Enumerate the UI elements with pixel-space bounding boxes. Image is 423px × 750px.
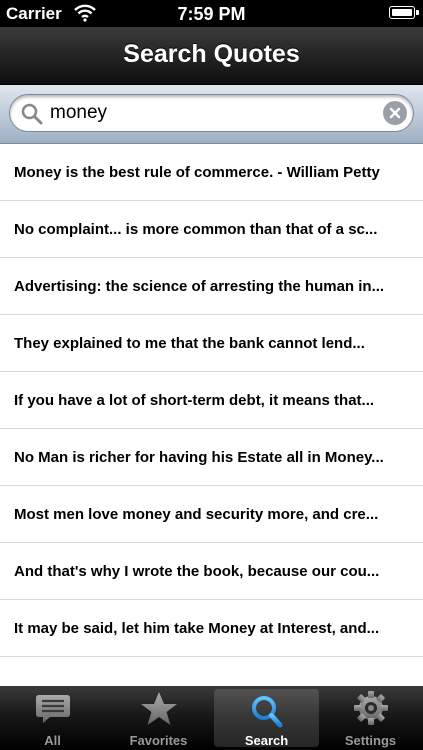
list-item[interactable]: No Man is richer for having his Estate a… — [0, 429, 423, 486]
list-item[interactable]: Money is the best rule of commerce. - Wi… — [0, 144, 423, 201]
tab-settings[interactable]: Settings — [318, 686, 423, 750]
quote-text: It may be said, let him take Money at In… — [14, 619, 380, 637]
quote-text: They explained to me that the bank canno… — [14, 334, 365, 352]
quote-text: Most men love money and security more, a… — [14, 505, 379, 523]
list-item[interactable]: If you have a lot of short-term debt, it… — [0, 372, 423, 429]
list-item[interactable]: It may be said, let him take Money at In… — [0, 600, 423, 657]
tab-favorites[interactable]: Favorites — [106, 686, 211, 750]
list-item[interactable]: No complaint... is more common than that… — [0, 201, 423, 258]
gear-icon — [353, 691, 388, 725]
clear-search-button[interactable] — [383, 101, 407, 125]
star-icon — [140, 692, 177, 725]
quote-text: No Man is richer for having his Estate a… — [14, 448, 384, 466]
battery-icon — [389, 6, 419, 19]
search-bar — [0, 85, 423, 144]
quote-text: Money is the best rule of commerce. - Wi… — [14, 163, 380, 181]
close-icon — [389, 107, 401, 119]
page-title: Search Quotes — [123, 40, 300, 68]
list-item[interactable]: Most men love money and security more, a… — [0, 486, 423, 543]
status-bar: Carrier 7:59 PM — [0, 0, 423, 27]
tab-label: Favorites — [129, 733, 188, 748]
tab-all[interactable]: All — [0, 686, 105, 750]
tab-label: Search — [244, 733, 289, 748]
tab-search[interactable]: Search — [214, 689, 319, 748]
magnifier-icon — [21, 103, 43, 125]
list-item[interactable]: And that's why I wrote the book, because… — [0, 543, 423, 600]
quote-text: And that's why I wrote the book, because… — [14, 562, 380, 580]
search-icon — [251, 696, 282, 728]
quote-text: Advertising: the science of arresting th… — [14, 277, 385, 295]
list-item[interactable]: They explained to me that the bank canno… — [0, 315, 423, 372]
tab-label: Settings — [344, 733, 397, 748]
tab-bar: All Favorites Search Settings — [0, 686, 423, 750]
navigation-bar: Search Quotes — [0, 27, 423, 85]
search-field[interactable] — [9, 94, 414, 132]
quote-text: No complaint... is more common than that… — [14, 220, 378, 238]
clock: 7:59 PM — [177, 4, 246, 24]
list-item[interactable]: Advertising: the science of arresting th… — [0, 258, 423, 315]
quote-text: If you have a lot of short-term debt, it… — [14, 391, 375, 409]
search-input[interactable] — [50, 101, 370, 125]
quote-bubble-icon — [35, 695, 70, 723]
results-list[interactable]: Money is the best rule of commerce. - Wi… — [0, 144, 423, 686]
tab-label: All — [44, 733, 61, 748]
